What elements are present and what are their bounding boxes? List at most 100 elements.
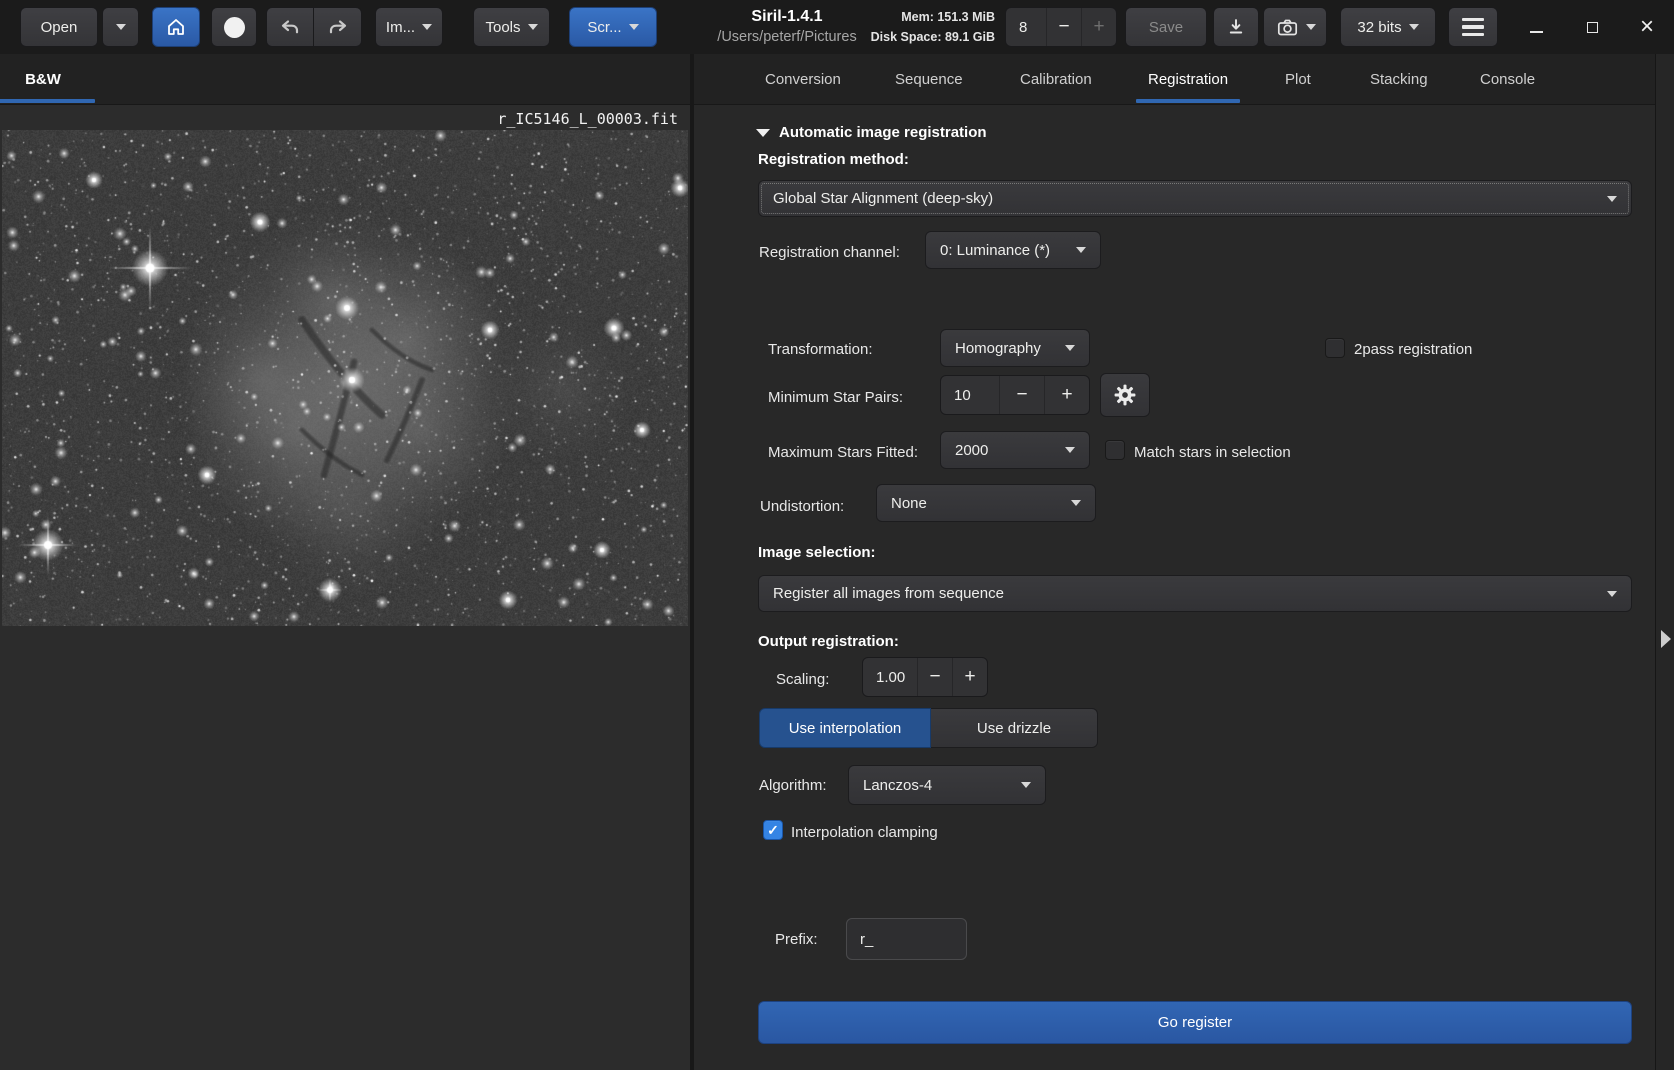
processing-tabbar: Conversion Sequence Calibration Registra… [694, 54, 1655, 105]
tab-console[interactable]: Console [1480, 54, 1535, 104]
undo-button[interactable] [266, 7, 314, 47]
tab-label: Calibration [1020, 71, 1092, 88]
undistortion-dropdown[interactable]: None [876, 484, 1096, 522]
image-viewer-panel: r_IC5146_L_00003.fit [0, 105, 690, 1070]
tab-conversion[interactable]: Conversion [765, 54, 841, 104]
channel-dropdown[interactable]: 0: Luminance (*) [925, 231, 1101, 269]
transformation-dropdown[interactable]: Homography [940, 329, 1090, 367]
go-register-button[interactable]: Go register [758, 1001, 1632, 1044]
open-label: Open [41, 19, 78, 36]
save-button[interactable]: Save [1125, 7, 1207, 47]
section-title: Automatic image registration [779, 124, 987, 141]
max-stars-dropdown[interactable]: 2000 [940, 431, 1090, 469]
chevron-down-icon [528, 24, 538, 30]
tab-label: Console [1480, 71, 1535, 88]
scripts-menu-button[interactable]: Scr... [569, 7, 657, 47]
tab-sequence[interactable]: Sequence [895, 54, 963, 104]
chevron-down-icon [1409, 24, 1419, 30]
chevron-down-icon [1065, 345, 1075, 351]
redo-icon [326, 15, 350, 39]
tab-label: Stacking [1370, 71, 1428, 88]
window-title-block: Siril-1.4.1 /Users/peterf/Pictures [717, 6, 856, 47]
minimize-button[interactable] [1522, 13, 1550, 41]
use-interpolation-label: Use interpolation [789, 720, 902, 737]
scaling-decrease-button[interactable]: − [917, 658, 952, 696]
close-button[interactable]: × [1633, 13, 1661, 41]
starfield-image[interactable] [2, 130, 688, 626]
chevron-down-icon [1607, 196, 1617, 202]
chevron-down-icon [422, 24, 432, 30]
transformation-label: Transformation: [768, 341, 872, 358]
image-selection-label: Image selection: [758, 544, 876, 561]
channel-value: 0: Luminance (*) [940, 242, 1050, 259]
scripts-menu-label: Scr... [587, 19, 621, 36]
twopass-label: 2pass registration [1354, 341, 1472, 358]
threads-spinner: 8 − + [1005, 7, 1117, 47]
chevron-down-icon [629, 24, 639, 30]
twopass-checkbox[interactable] [1325, 338, 1345, 358]
plus-icon: + [1061, 384, 1072, 406]
tools-menu-button[interactable]: Tools [473, 7, 550, 47]
tab-bw[interactable]: B&W [8, 54, 78, 104]
max-stars-label: Maximum Stars Fitted: [768, 444, 918, 461]
cwd-indicator-button[interactable] [211, 7, 257, 47]
prefix-label: Prefix: [775, 931, 818, 948]
home-button[interactable] [152, 7, 200, 47]
star-detection-settings-button[interactable] [1100, 373, 1150, 417]
memory-usage: Mem: 151.3 MiB [871, 7, 995, 27]
working-directory: /Users/peterf/Pictures [717, 28, 856, 47]
tab-calibration[interactable]: Calibration [1020, 54, 1092, 104]
scaling-label: Scaling: [776, 671, 829, 688]
max-stars-value: 2000 [955, 442, 988, 459]
min-pairs-decrease-button[interactable]: − [999, 376, 1044, 414]
bit-depth-dropdown[interactable]: 32 bits [1340, 7, 1436, 47]
main-menu-button[interactable] [1448, 7, 1498, 47]
plus-icon: + [1093, 16, 1104, 38]
home-icon [164, 15, 188, 39]
min-pairs-value[interactable]: 10 [941, 376, 999, 414]
go-register-label: Go register [1158, 1014, 1232, 1031]
algorithm-dropdown[interactable]: Lanczos-4 [848, 765, 1046, 805]
app-title: Siril-1.4.1 [717, 6, 856, 28]
tab-stacking[interactable]: Stacking [1370, 54, 1428, 104]
threads-increase-button[interactable]: + [1081, 8, 1116, 46]
chevron-down-icon [1607, 591, 1617, 597]
threads-value[interactable]: 8 [1006, 8, 1046, 46]
method-label: Registration method: [758, 151, 909, 168]
threads-decrease-button[interactable]: − [1046, 8, 1081, 46]
snapshot-button[interactable] [1263, 7, 1327, 47]
min-pairs-label: Minimum Star Pairs: [768, 389, 903, 406]
transformation-value: Homography [955, 340, 1041, 357]
clamping-label: Interpolation clamping [791, 824, 938, 841]
gear-icon [1112, 382, 1138, 408]
image-filename: r_IC5146_L_00003.fit [497, 110, 678, 128]
scaling-value[interactable]: 1.00 [863, 658, 917, 696]
min-pairs-spinner: 10 − + [940, 375, 1090, 415]
tab-registration[interactable]: Registration [1148, 54, 1228, 104]
save-as-button[interactable] [1213, 7, 1259, 47]
clamping-checkbox[interactable]: ✓ [763, 820, 783, 840]
match-stars-checkbox[interactable] [1105, 440, 1125, 460]
use-drizzle-button[interactable]: Use drizzle [931, 708, 1098, 748]
titlebar: Open Im... Tools Scr... Siril-1.4.1 [0, 0, 1674, 54]
tab-plot[interactable]: Plot [1285, 54, 1311, 104]
method-dropdown[interactable]: Global Star Alignment (deep-sky) [758, 180, 1632, 217]
use-interpolation-button[interactable]: Use interpolation [759, 708, 931, 748]
scaling-increase-button[interactable]: + [952, 658, 987, 696]
image-selection-dropdown[interactable]: Register all images from sequence [758, 575, 1632, 612]
bit-depth-label: 32 bits [1357, 19, 1401, 36]
panel-collapse-handle[interactable] [1655, 54, 1674, 1070]
prefix-input[interactable]: r_ [846, 918, 967, 960]
redo-button[interactable] [314, 7, 362, 47]
plus-icon: + [964, 666, 975, 688]
min-pairs-increase-button[interactable]: + [1044, 376, 1089, 414]
open-recent-dropdown[interactable] [102, 7, 139, 47]
undistortion-value: None [891, 495, 927, 512]
maximize-button[interactable] [1578, 13, 1606, 41]
resources-info: Mem: 151.3 MiB Disk Space: 89.1 GiB [871, 7, 995, 47]
minus-icon: − [1058, 16, 1069, 38]
undistortion-label: Undistortion: [760, 498, 844, 515]
image-menu-button[interactable]: Im... [375, 7, 443, 47]
open-button[interactable]: Open [20, 7, 98, 47]
section-expander[interactable]: Automatic image registration [756, 124, 987, 141]
